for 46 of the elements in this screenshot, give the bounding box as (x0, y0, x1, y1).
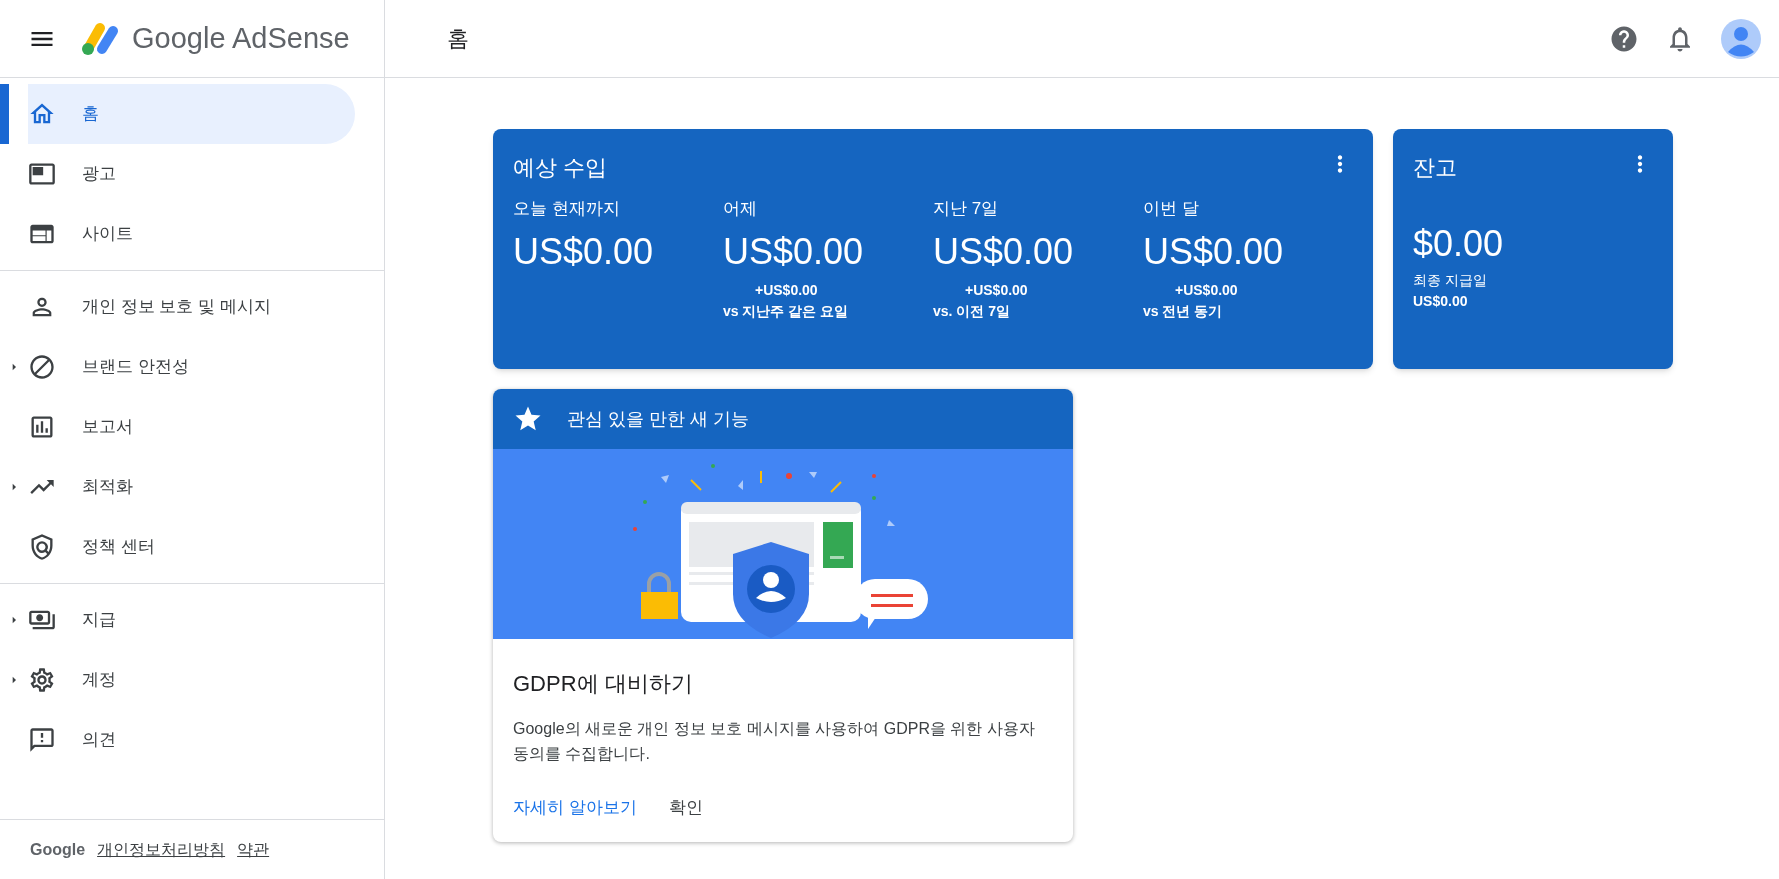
nav-item[interactable]: 의견 (28, 710, 355, 770)
metric-change: +US$0.00 (964, 280, 1028, 300)
page-title: 홈 (447, 25, 469, 53)
last-payment-value: US$0.00 (1413, 292, 1468, 311)
learn-more-button[interactable]: 자세히 알아보기 (505, 788, 645, 828)
footer-link[interactable]: 개인정보처리방침 (97, 837, 226, 862)
metric-label: 지난 7일 (933, 198, 1000, 220)
nav-item[interactable]: 보고서 (28, 397, 355, 457)
metric-value: US$0.00 (513, 229, 655, 274)
footer-brand: Google (30, 839, 86, 860)
metric-change: +US$0.00 (754, 280, 818, 300)
feature-title: GDPR에 대비하기 (513, 670, 694, 698)
nav-item[interactable]: 정책 센터 (28, 517, 355, 577)
metric-label: 이번 달 (1143, 198, 1200, 220)
nav-item[interactable]: 브랜드 안전성 (28, 337, 355, 397)
metric-value: US$0.00 (933, 229, 1075, 274)
confirm-button[interactable]: 확인 (660, 788, 711, 828)
metric-label: 오늘 현재까지 (513, 198, 621, 220)
card-title: 예상 수입 (513, 154, 608, 182)
nav-item[interactable]: 광고 (28, 144, 355, 204)
feature-header-text: 관심 있을 만한 새 기능 (567, 407, 749, 431)
footer-link[interactable]: 약관 (237, 837, 270, 862)
last-payment-label: 최종 지급일 (1413, 271, 1487, 290)
metric-comparison: vs 지난주 같은 요일 (723, 301, 849, 321)
metric-value: US$0.00 (1143, 229, 1285, 274)
nav-item[interactable]: 홈 (28, 84, 355, 144)
selection-indicator (0, 84, 9, 144)
card-title: 잔고 (1413, 154, 1457, 182)
block-icon (28, 353, 56, 381)
nav-item[interactable]: 지급 (28, 590, 355, 650)
nav-item[interactable]: 개인 정보 보호 및 메시지 (28, 277, 355, 337)
feedback-icon (28, 726, 56, 754)
nav-item[interactable]: 최적화 (28, 457, 355, 517)
metric-change: +US$0.00 (1174, 280, 1238, 300)
nav-item[interactable]: 사이트 (28, 204, 355, 264)
nav-item[interactable]: 계정 (28, 650, 355, 710)
logo-icon (80, 20, 120, 57)
product-name: Google AdSense (132, 20, 350, 56)
metric-comparison: vs. 이전 7일 (933, 301, 1011, 321)
feature-description: Google의 새로운 개인 정보 보호 메시지를 사용하여 GDPR을 위한 사용자 동의를 수집합니다. (513, 719, 1036, 764)
avatar-icon[interactable] (1721, 18, 1761, 59)
balance-value: $0.00 (1413, 222, 1505, 266)
settings-icon (28, 666, 56, 694)
metric-value: US$0.00 (723, 229, 865, 274)
metric-comparison: vs 전년 동기 (1143, 301, 1223, 321)
metric-label: 어제 (723, 198, 758, 220)
